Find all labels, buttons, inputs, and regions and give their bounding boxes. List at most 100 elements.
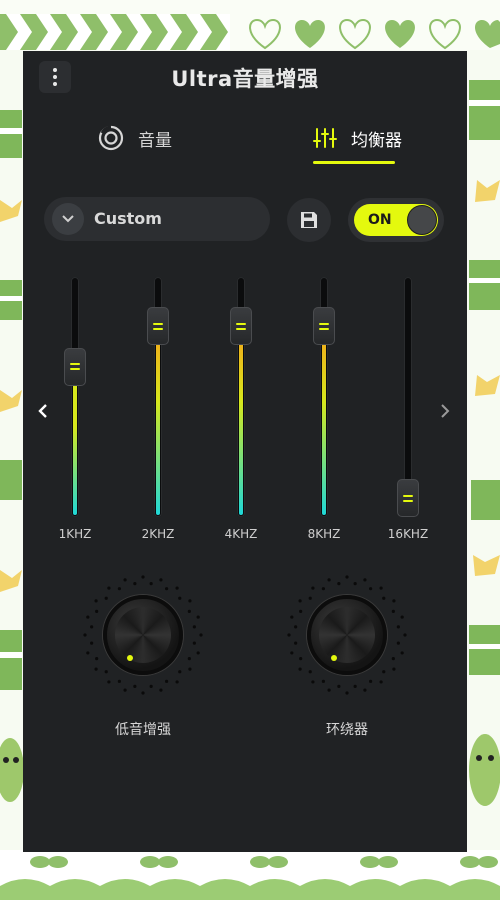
- knob-scale-dot: [396, 641, 400, 645]
- equalizer-dialog: Ultra音量增强 音量 均衡器 Custom ON 1KHZ 2KHZ 4KH…: [23, 51, 467, 852]
- knob-scale-dot: [141, 575, 145, 579]
- knob-indicator: [127, 655, 133, 661]
- eq-slider-thumb[interactable]: [313, 307, 335, 346]
- knob-scale-dot: [382, 670, 386, 674]
- knob-indicator: [331, 655, 337, 661]
- knob-scale-dot: [382, 596, 386, 600]
- knob-scale-dot: [133, 684, 137, 688]
- knob-scale-dot: [327, 578, 331, 582]
- knob-scale-dot: [294, 625, 298, 629]
- eq-band-8khz: 8KHZ: [294, 277, 354, 573]
- knob-scale-dot: [290, 615, 294, 619]
- knob-scale-dot: [149, 684, 153, 688]
- eq-slider-fill: [156, 326, 160, 515]
- knob-scale-dot: [298, 667, 302, 671]
- bass-boost-control: 低音增强: [79, 571, 207, 739]
- knob-scale-dot: [123, 688, 127, 692]
- knob-scale-dot: [353, 684, 357, 688]
- eq-slider-thumb[interactable]: [64, 347, 86, 386]
- knob-scale-dot: [117, 679, 121, 683]
- knob-scale-dot: [400, 615, 404, 619]
- bass-boost-knob[interactable]: [103, 595, 183, 675]
- sprouts-decoration-icon: [30, 856, 498, 868]
- app-title: Ultra音量增强: [171, 67, 319, 91]
- knob-scale-dot: [159, 578, 163, 582]
- eq-slider-fill: [322, 326, 326, 515]
- knob-face: [319, 607, 375, 663]
- left-side-decoration: [0, 110, 23, 802]
- knob-scale-dot: [308, 596, 312, 600]
- knob-scale-dot: [196, 651, 200, 655]
- knob-scale-dot: [391, 609, 395, 613]
- knob-scale-dot: [391, 657, 395, 661]
- knob-scale-dot: [165, 587, 169, 591]
- volume-ring-icon: [98, 125, 124, 151]
- equalizer-toggle[interactable]: ON: [348, 198, 444, 242]
- knob-scale-dot: [187, 657, 191, 661]
- knob-scale-dot: [90, 641, 94, 645]
- knob-scale-dot: [94, 599, 98, 603]
- knob-scale-dot: [345, 575, 349, 579]
- eq-band-label: 16KHZ: [387, 527, 429, 541]
- knob-scale-dot: [188, 599, 192, 603]
- knob-scale-dot: [107, 586, 111, 590]
- knob-scale-dot: [353, 582, 357, 586]
- chevron-border-icon: [0, 14, 230, 50]
- knob-scale-dot: [86, 651, 90, 655]
- knob-scale-dot: [290, 651, 294, 655]
- knob-scale-dot: [392, 599, 396, 603]
- knob-scale-dot: [363, 578, 367, 582]
- knob-scale-dot: [192, 625, 196, 629]
- knob-scale-dot: [299, 657, 303, 661]
- save-icon: [301, 212, 317, 228]
- tab-equalizer-label: 均衡器: [351, 130, 402, 151]
- knob-scale-dot: [403, 633, 407, 637]
- knob-scale-dot: [178, 596, 182, 600]
- knob-scale-dot: [308, 670, 312, 674]
- knob-scale-dot: [327, 688, 331, 692]
- knob-scale-dot: [299, 609, 303, 613]
- tab-volume[interactable]: 音量: [98, 121, 172, 155]
- eq-band-1khz: 1KHZ: [45, 277, 105, 573]
- knob-scale-dot: [298, 599, 302, 603]
- knob-scale-dot: [321, 587, 325, 591]
- knob-scale-dot: [294, 641, 298, 645]
- eq-slider-fill: [73, 366, 77, 515]
- preset-dropdown[interactable]: Custom: [44, 197, 270, 241]
- knob-scale-dot: [94, 667, 98, 671]
- tab-equalizer[interactable]: 均衡器: [313, 121, 402, 155]
- bass-boost-label: 低音增强: [115, 722, 171, 738]
- knob-scale-dot: [345, 691, 349, 695]
- chevron-right-icon: [441, 404, 450, 418]
- knob-scale-dot: [149, 582, 153, 586]
- knob-scale-dot: [379, 586, 383, 590]
- knob-scale-dot: [199, 633, 203, 637]
- knob-scale-dot: [337, 684, 341, 688]
- knob-scale-dot: [159, 688, 163, 692]
- eq-slider-fill: [239, 326, 243, 515]
- knob-scale-dot: [117, 587, 121, 591]
- knob-scale-dot: [192, 641, 196, 645]
- knob-scale-dot: [178, 670, 182, 674]
- knob-scale-dot: [369, 679, 373, 683]
- knob-face: [115, 607, 171, 663]
- toggle-label: ON: [368, 212, 392, 228]
- knob-scale-dot: [133, 582, 137, 586]
- eq-slider-thumb[interactable]: [230, 307, 252, 346]
- right-side-decoration: [469, 80, 500, 806]
- surround-knob[interactable]: [307, 595, 387, 675]
- eq-slider-thumb[interactable]: [147, 307, 169, 346]
- sliders-icon: [313, 128, 337, 148]
- save-preset-button[interactable]: [287, 198, 331, 242]
- eq-slider-thumb[interactable]: [397, 479, 419, 517]
- knob-scale-dot: [175, 586, 179, 590]
- knob-scale-dot: [104, 596, 108, 600]
- toggle-track: ON: [354, 204, 438, 236]
- knob-scale-dot: [321, 679, 325, 683]
- tab-volume-label: 音量: [138, 130, 172, 151]
- knob-scale-dot: [86, 615, 90, 619]
- eq-slider-track[interactable]: [71, 277, 79, 517]
- knob-scale-dot: [311, 680, 315, 684]
- knob-scale-dot: [287, 633, 291, 637]
- eq-band-4khz: 4KHZ: [211, 277, 271, 573]
